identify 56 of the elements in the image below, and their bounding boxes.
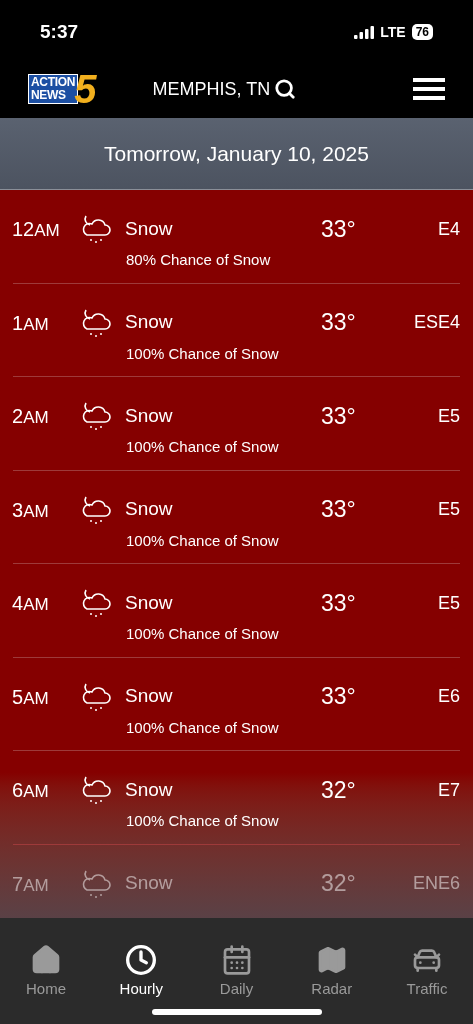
tab[interactable]: Home (14, 944, 78, 1001)
condition-label: Snow (125, 590, 174, 615)
hour-label: 7AM (12, 871, 50, 897)
condition-label: Snow (125, 871, 174, 896)
tab[interactable]: Radar (299, 944, 364, 1001)
temperature: 33° (321, 308, 356, 338)
house-icon (30, 944, 62, 976)
condition-label: Snow (125, 310, 174, 335)
hour-label: 4AM (12, 591, 50, 616)
temperature: 32° (321, 869, 356, 899)
wind-label: E5 (437, 404, 460, 428)
temperature: 33° (321, 401, 356, 431)
chance-label: 80% Chance of Snow (126, 251, 271, 268)
hour-label: 1AM (12, 310, 50, 336)
tab[interactable]: Hourly (109, 944, 174, 1001)
condition-label: Snow (125, 216, 174, 241)
battery-indicator: 76 (411, 24, 433, 40)
menu-icon[interactable] (413, 78, 445, 100)
chance-label: 100% Chance of Snow (126, 531, 279, 549)
chance-label: 100% Chance of Snow (126, 812, 279, 829)
logo-text: NEWS (31, 89, 67, 102)
temperature: 33° (321, 495, 356, 525)
hour-label: 6AM (12, 778, 50, 803)
wind-label: E5 (437, 591, 460, 615)
chance-label: 100% Chance of Snow (126, 625, 279, 642)
chance-label: 100% Chance of Snow (126, 718, 279, 736)
temperature: 33° (321, 682, 356, 712)
search-icon[interactable] (274, 78, 297, 100)
date-title: Tomorrow, January 10, 2025 (104, 140, 369, 167)
network-label: LTE (380, 22, 406, 42)
temperature: 33° (321, 214, 356, 244)
hour-label: 2AM (12, 404, 50, 429)
location-label[interactable]: MEMPHIS, TN (152, 75, 271, 103)
condition-label: Snow (125, 403, 174, 428)
temperature: 32° (321, 775, 356, 805)
chance-label: 100% Chance of Snow (126, 344, 279, 362)
condition-label: Snow (125, 777, 174, 802)
chance-label: 100% Chance of Snow (126, 438, 279, 455)
temperature: 33° (321, 588, 356, 618)
clock-icon (125, 944, 158, 976)
wind-label: ENE6 (412, 872, 460, 895)
wind-label: E4 (437, 217, 460, 241)
hour-label: 5AM (12, 684, 50, 710)
condition-label: Snow (125, 684, 174, 709)
status-time: 5:37 (40, 19, 79, 44)
tab[interactable]: Traffic (395, 944, 459, 1001)
signal-icon (354, 25, 375, 39)
hour-label: 3AM (12, 497, 50, 523)
wind-label: E6 (437, 685, 460, 708)
wind-label: E7 (437, 778, 460, 802)
wind-label: E5 (437, 498, 460, 521)
hour-label: 12AM (12, 217, 61, 242)
condition-label: Snow (125, 497, 174, 522)
logo-text: ACTION (31, 76, 76, 89)
tab[interactable]: Daily (204, 944, 269, 1001)
wind-label: ESE4 (413, 311, 460, 334)
